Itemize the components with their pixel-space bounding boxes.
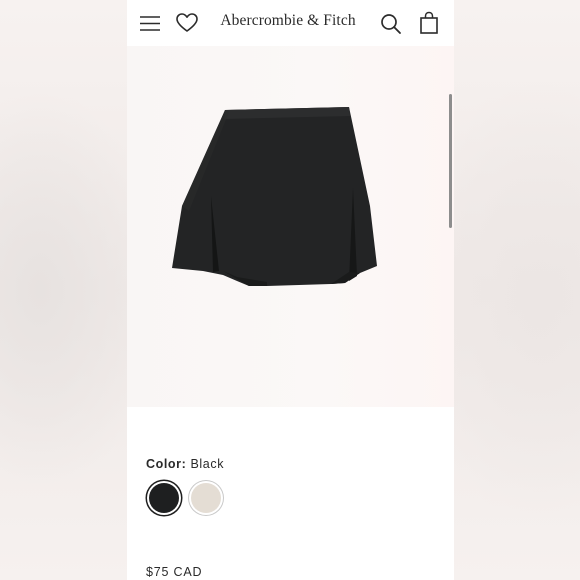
color-row: Color: Black	[146, 457, 224, 471]
brand-logo[interactable]: Abercrombie & Fitch	[213, 12, 363, 30]
search-icon[interactable]	[380, 13, 402, 35]
color-value: Black	[190, 457, 225, 471]
product-price: $75 CAD	[146, 565, 203, 579]
color-label: Color:	[146, 457, 187, 471]
heart-icon[interactable]	[176, 13, 198, 33]
shopping-bag-icon[interactable]	[419, 11, 439, 35]
swatch-cream[interactable]	[191, 483, 221, 513]
swatch-black[interactable]	[149, 483, 179, 513]
menu-icon[interactable]	[139, 14, 161, 32]
product-details: Color: Black $75 CAD	[127, 407, 454, 580]
black-skirt-image	[172, 107, 377, 286]
phone-screen: Abercrombie & Fitch Color: Black $75 CAD	[127, 0, 454, 580]
product-image[interactable]	[127, 46, 454, 407]
image-scrollbar[interactable]	[449, 94, 452, 228]
top-navigation-bar: Abercrombie & Fitch	[127, 0, 454, 46]
